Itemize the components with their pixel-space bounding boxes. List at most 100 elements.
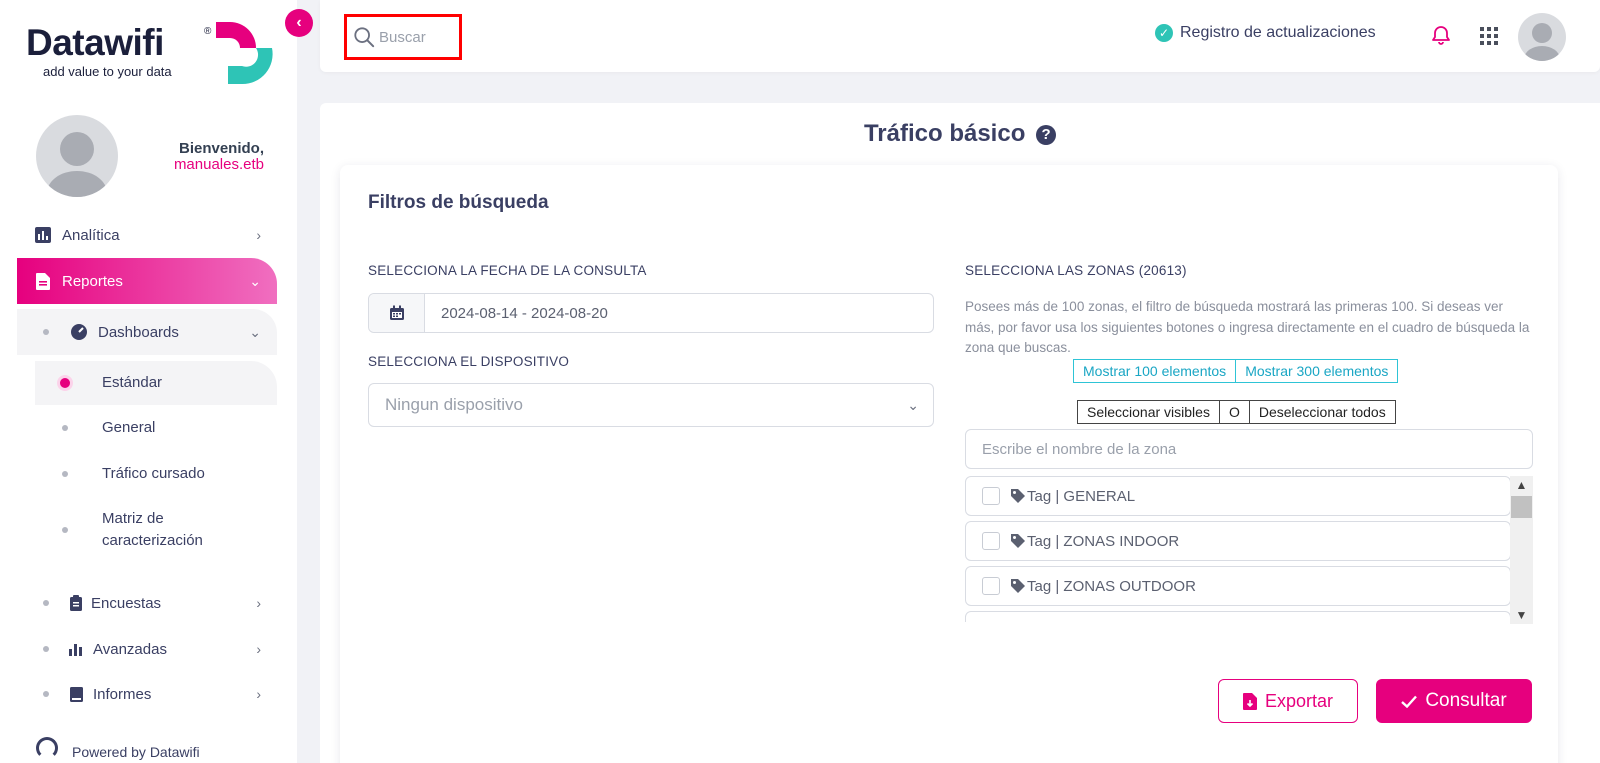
- chevron-right-icon: ›: [256, 595, 261, 611]
- sidebar-item-avanzadas[interactable]: Avanzadas ›: [17, 626, 277, 672]
- user-avatar[interactable]: [1518, 13, 1566, 61]
- clipboard-icon: [67, 594, 85, 612]
- sidebar-item-label: Avanzadas: [93, 640, 167, 658]
- sidebar-item-trafico-cursado[interactable]: Tráfico cursado: [35, 462, 277, 486]
- show-elements-group: Mostrar 100 elementos Mostrar 300 elemen…: [1073, 359, 1399, 383]
- page-title: Tráfico básico ?: [320, 120, 1600, 148]
- chevron-down-icon: ⌄: [907, 396, 919, 413]
- brand-d-mark-icon: [216, 22, 273, 85]
- zone-search-box[interactable]: [965, 429, 1533, 469]
- sidebar-item-encuestas[interactable]: Encuestas ›: [17, 580, 277, 626]
- sidebar-item-dashboards[interactable]: Dashboards ⌄: [17, 309, 277, 355]
- sidebar-item-analitica[interactable]: Analítica ›: [17, 212, 277, 258]
- updates-label: Registro de actualizaciones: [1180, 24, 1376, 41]
- zones-label: SELECCIONA LAS ZONAS (20613): [965, 263, 1187, 278]
- sidebar-item-label: Matriz de caracterización: [102, 510, 203, 549]
- active-bullet: [60, 378, 70, 388]
- document-icon: [34, 272, 52, 290]
- sidebar-item-matriz[interactable]: Matriz de caracterización: [35, 507, 277, 553]
- sidebar-item-label: Informes: [93, 685, 152, 703]
- check-circle-icon: ✓: [1155, 24, 1173, 42]
- sidebar-item-label: Estándar: [102, 374, 163, 391]
- zone-label: Tag | GENERAL: [1027, 487, 1136, 505]
- zone-list: Tag | GENERAL Tag | ZONAS INDOOR Tag | Z…: [965, 476, 1533, 622]
- sidebar-item-label: Reportes: [62, 272, 123, 290]
- search-box[interactable]: [344, 14, 462, 60]
- sidebar-item-label: General: [102, 419, 156, 436]
- select-visible-button[interactable]: Seleccionar visibles: [1077, 400, 1220, 424]
- chevron-down-icon: ⌄: [249, 272, 261, 289]
- bullet: [62, 527, 68, 533]
- user-silhouette-icon: [47, 132, 107, 197]
- sidebar-item-label: Tráfico cursado: [102, 465, 205, 482]
- search-icon: [354, 27, 375, 48]
- tag-icon: [1011, 579, 1025, 593]
- check-icon: [1401, 695, 1418, 708]
- zone-row[interactable]: Tag | ZONAS OUTDOOR: [965, 566, 1511, 606]
- selection-group: Seleccionar visibles O Deseleccionar tod…: [1077, 400, 1396, 424]
- updates-log-link[interactable]: ✓ Registro de actualizaciones: [1155, 24, 1376, 42]
- show-300-button[interactable]: Mostrar 300 elementos: [1236, 359, 1399, 383]
- gauge-icon: [70, 323, 88, 341]
- zone-row[interactable]: [965, 611, 1511, 622]
- bar-chart-square-icon: [34, 226, 52, 244]
- device-select[interactable]: Ningun dispositivo ⌄: [368, 383, 934, 427]
- scroll-down-icon[interactable]: ▼: [1510, 606, 1533, 624]
- zone-label: Tag | ZONAS OUTDOOR: [1027, 577, 1196, 595]
- bullet: [62, 471, 68, 477]
- chevron-left-icon: ‹: [296, 14, 302, 31]
- tag-icon: [1011, 489, 1025, 503]
- sidebar-item-label: Analítica: [62, 226, 120, 244]
- sidebar-item-informes[interactable]: Informes ›: [17, 671, 277, 717]
- user-silhouette-icon: [1524, 23, 1560, 61]
- device-label: SELECCIONA EL DISPOSITIVO: [368, 354, 570, 369]
- date-label: SELECCIONA LA FECHA DE LA CONSULTA: [368, 263, 647, 278]
- zone-label: Tag | ZONAS INDOOR: [1027, 532, 1180, 550]
- chevron-down-icon: ⌄: [249, 323, 261, 340]
- page-title-text: Tráfico básico: [863, 120, 1026, 147]
- welcome-block: Bienvenido, manuales.etb: [130, 141, 264, 173]
- datawifi-icon: [36, 737, 58, 759]
- scroll-thumb[interactable]: [1511, 496, 1532, 518]
- zone-row[interactable]: Tag | GENERAL: [965, 476, 1511, 516]
- powered-by: Powered by Datawifi: [72, 744, 200, 760]
- scroll-up-icon[interactable]: ▲: [1510, 476, 1533, 494]
- search-input[interactable]: [379, 28, 459, 46]
- bell-icon[interactable]: [1430, 24, 1452, 46]
- zone-checkbox[interactable]: [982, 487, 1000, 505]
- username: manuales.etb: [173, 156, 264, 173]
- calendar-icon: [369, 294, 425, 332]
- consult-label: Consultar: [1425, 690, 1507, 711]
- sidebar-item-reportes[interactable]: Reportes ⌄: [17, 258, 277, 304]
- main-panel: Tráfico básico ? Filtros de búsqueda SEL…: [320, 103, 1600, 763]
- sidebar-item-general[interactable]: General: [35, 416, 277, 440]
- bar-chart-icon: [67, 640, 85, 658]
- bullet: [43, 691, 49, 697]
- date-range-value: 2024-08-14 - 2024-08-20: [441, 304, 608, 322]
- zones-description: Posees más de 100 zonas, el filtro de bú…: [965, 299, 1530, 355]
- brand-logo[interactable]: Datawifi ® add value to your data: [26, 18, 276, 88]
- consult-button[interactable]: Consultar: [1376, 679, 1532, 723]
- apps-grid-icon[interactable]: [1480, 27, 1498, 45]
- deselect-all-button[interactable]: Deseleccionar todos: [1249, 400, 1396, 424]
- export-button[interactable]: Exportar: [1218, 679, 1358, 723]
- sidebar-item-estandar[interactable]: Estándar: [35, 361, 277, 405]
- welcome-text: Bienvenido,: [178, 140, 264, 157]
- help-icon[interactable]: ?: [1036, 125, 1057, 145]
- tag-icon: [1011, 534, 1025, 548]
- bullet: [43, 329, 49, 335]
- zone-row[interactable]: Tag | ZONAS INDOOR: [965, 521, 1511, 561]
- zone-list-scrollbar[interactable]: ▲ ▼: [1510, 476, 1533, 624]
- date-range-input[interactable]: 2024-08-14 - 2024-08-20: [368, 293, 934, 333]
- collapse-sidebar-button[interactable]: ‹: [285, 9, 313, 37]
- bullet: [43, 600, 49, 606]
- zone-checkbox[interactable]: [982, 532, 1000, 550]
- zone-search-input[interactable]: [982, 440, 1502, 458]
- or-separator: O: [1219, 400, 1250, 424]
- export-label: Exportar: [1264, 690, 1334, 711]
- book-icon: [67, 685, 85, 703]
- filters-card: Filtros de búsqueda SELECCIONA LA FECHA …: [340, 165, 1558, 763]
- zone-checkbox[interactable]: [982, 577, 1000, 595]
- profile-avatar[interactable]: [36, 115, 118, 197]
- show-100-button[interactable]: Mostrar 100 elementos: [1073, 359, 1237, 383]
